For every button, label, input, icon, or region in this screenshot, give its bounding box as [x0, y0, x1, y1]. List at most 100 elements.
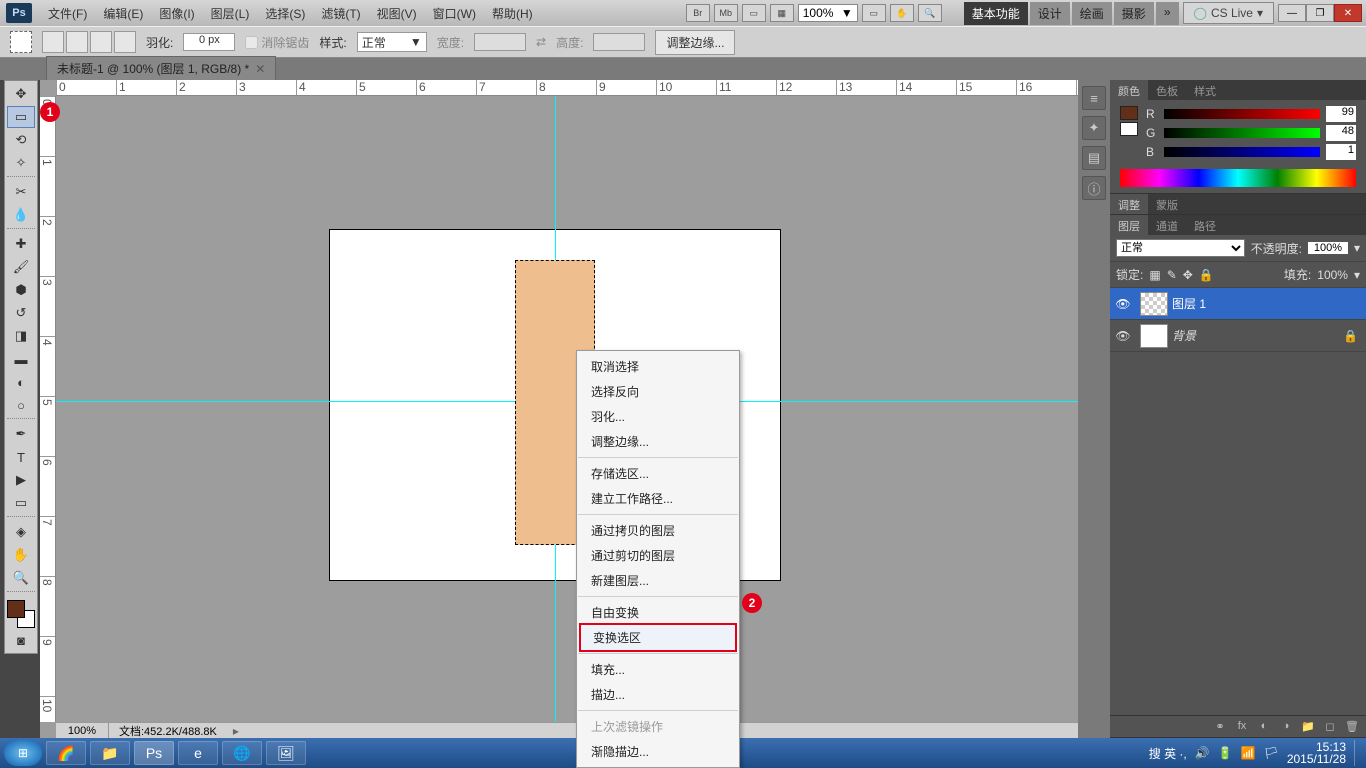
- layer-thumb[interactable]: [1140, 292, 1168, 316]
- b-slider[interactable]: [1164, 147, 1320, 157]
- show-desktop-button[interactable]: [1354, 740, 1362, 766]
- bridge-icon[interactable]: Br: [686, 4, 710, 22]
- history-brush-tool[interactable]: ↺: [7, 302, 35, 324]
- bg-swatch[interactable]: [1120, 122, 1138, 136]
- navigator-panel-icon[interactable]: ✦: [1082, 116, 1106, 140]
- menu-edit[interactable]: 编辑(E): [95, 1, 151, 26]
- color-swatch[interactable]: [7, 600, 35, 628]
- tab-color[interactable]: 颜色: [1110, 80, 1148, 100]
- taskbar-app-1[interactable]: 🌈: [46, 741, 86, 765]
- fg-swatch[interactable]: [1120, 106, 1138, 120]
- r-slider[interactable]: [1164, 109, 1320, 119]
- blend-mode-select[interactable]: 正常: [1116, 239, 1245, 257]
- tray-icon[interactable]: 🏳: [1264, 746, 1279, 760]
- ctx-refine[interactable]: 调整边缘...: [577, 429, 739, 454]
- lock-position-icon[interactable]: ✥: [1183, 268, 1193, 282]
- clock[interactable]: 15:13 2015/11/28: [1287, 741, 1346, 765]
- lock-paint-icon[interactable]: ✎: [1167, 268, 1177, 282]
- zoom-icon[interactable]: 🔍: [918, 4, 942, 22]
- zoom-field[interactable]: 100%: [56, 725, 108, 737]
- gradient-tool[interactable]: ▬: [7, 348, 35, 370]
- menu-filter[interactable]: 滤镜(T): [313, 1, 368, 26]
- extras-icon[interactable]: ▭: [862, 4, 886, 22]
- document-tab[interactable]: 未标题-1 @ 100% (图层 1, RGB/8) *✕: [46, 56, 276, 80]
- foreground-color[interactable]: [7, 600, 25, 618]
- fill-input[interactable]: 100%: [1317, 268, 1348, 282]
- taskbar-app-2[interactable]: 🌐: [222, 741, 262, 765]
- link-layers-icon[interactable]: ⚭: [1212, 719, 1228, 733]
- stamp-tool[interactable]: ⬢: [7, 279, 35, 301]
- tab-channels[interactable]: 通道: [1148, 215, 1186, 235]
- arrange-docs-icon[interactable]: ▦: [770, 4, 794, 22]
- lock-pixels-icon[interactable]: ▦: [1149, 268, 1160, 282]
- tab-paths[interactable]: 路径: [1186, 215, 1224, 235]
- lasso-tool[interactable]: ⟲: [7, 129, 35, 151]
- mask-icon[interactable]: ◐: [1256, 719, 1272, 733]
- zoom-dropdown[interactable]: 100%▼: [798, 4, 858, 22]
- tab-styles[interactable]: 样式: [1186, 80, 1224, 100]
- taskbar-app-3[interactable]: 🖼: [266, 741, 306, 765]
- ctx-fade[interactable]: 渐隐描边...: [577, 739, 739, 764]
- blur-tool[interactable]: ◐: [7, 371, 35, 393]
- tab-layers[interactable]: 图层: [1110, 215, 1148, 235]
- cs-live-button[interactable]: ◯CS Live▾: [1183, 2, 1275, 24]
- visibility-icon[interactable]: 👁: [1110, 329, 1136, 343]
- pen-tool[interactable]: ✒: [7, 423, 35, 445]
- healing-tool[interactable]: ✚: [7, 233, 35, 255]
- menu-window[interactable]: 窗口(W): [425, 1, 484, 26]
- sel-add-button[interactable]: [66, 31, 88, 53]
- crop-tool[interactable]: ✂: [7, 181, 35, 203]
- minibridge-icon[interactable]: Mb: [714, 4, 738, 22]
- menu-select[interactable]: 选择(S): [257, 1, 313, 26]
- 3d-tool[interactable]: ◈: [7, 521, 35, 543]
- ctx-save-selection[interactable]: 存储选区...: [577, 461, 739, 486]
- move-tool[interactable]: ✥: [7, 83, 35, 105]
- style-select[interactable]: 正常▼: [357, 32, 427, 52]
- new-layer-icon[interactable]: ◻: [1322, 719, 1338, 733]
- eyedropper-tool[interactable]: 💧: [7, 204, 35, 226]
- quickmask-tool[interactable]: ◙: [7, 629, 35, 651]
- ctx-fill[interactable]: 填充...: [577, 657, 739, 682]
- refine-edge-button[interactable]: 调整边缘...: [655, 30, 735, 55]
- shape-tool[interactable]: ▭: [7, 492, 35, 514]
- taskbar-explorer[interactable]: 📁: [90, 741, 130, 765]
- brush-tool[interactable]: 🖌: [7, 256, 35, 278]
- ws-essentials[interactable]: 基本功能: [964, 2, 1028, 25]
- taskbar-photoshop[interactable]: Ps: [134, 741, 174, 765]
- g-slider[interactable]: [1164, 128, 1320, 138]
- ctx-new-layer[interactable]: 新建图层...: [577, 568, 739, 593]
- layer-row[interactable]: 👁 图层 1: [1110, 288, 1366, 320]
- tool-preset-picker[interactable]: [10, 31, 32, 53]
- b-value[interactable]: 1: [1326, 144, 1356, 160]
- window-close-button[interactable]: ✕: [1334, 4, 1362, 22]
- g-value[interactable]: 48: [1326, 125, 1356, 141]
- path-select-tool[interactable]: ▶: [7, 469, 35, 491]
- screen-mode-icon[interactable]: ▭: [742, 4, 766, 22]
- tray-icon[interactable]: 🔊: [1195, 746, 1210, 760]
- ruler-horizontal[interactable]: 01234567891011121314151617: [56, 80, 1094, 96]
- hand-tool[interactable]: ✋: [7, 544, 35, 566]
- eraser-tool[interactable]: ◨: [7, 325, 35, 347]
- layer-row[interactable]: 👁 背景 🔒: [1110, 320, 1366, 352]
- visibility-icon[interactable]: 👁: [1110, 297, 1136, 311]
- menu-help[interactable]: 帮助(H): [484, 1, 541, 26]
- tray-icon[interactable]: 📶: [1241, 746, 1256, 760]
- marquee-tool[interactable]: ▭: [7, 106, 35, 128]
- menu-file[interactable]: 文件(F): [40, 1, 95, 26]
- color-spectrum[interactable]: [1120, 169, 1356, 187]
- sel-new-button[interactable]: [42, 31, 64, 53]
- sel-subtract-button[interactable]: [90, 31, 112, 53]
- delete-layer-icon[interactable]: 🗑: [1344, 719, 1360, 733]
- tab-swatches[interactable]: 色板: [1148, 80, 1186, 100]
- opacity-input[interactable]: 100%: [1308, 242, 1348, 254]
- ctx-transform-selection[interactable]: 变换选区: [579, 623, 737, 652]
- tab-masks[interactable]: 蒙版: [1148, 194, 1186, 214]
- lock-all-icon[interactable]: 🔒: [1199, 268, 1214, 282]
- ctx-layer-via-cut[interactable]: 通过剪切的图层: [577, 543, 739, 568]
- dodge-tool[interactable]: ○: [7, 394, 35, 416]
- adjustment-icon[interactable]: ◑: [1278, 719, 1294, 733]
- zoom-tool[interactable]: 🔍: [7, 567, 35, 589]
- doc-info[interactable]: 文档:452.2K/488.8K: [108, 723, 227, 739]
- ctx-deselect[interactable]: 取消选择: [577, 354, 739, 379]
- ctx-feather[interactable]: 羽化...: [577, 404, 739, 429]
